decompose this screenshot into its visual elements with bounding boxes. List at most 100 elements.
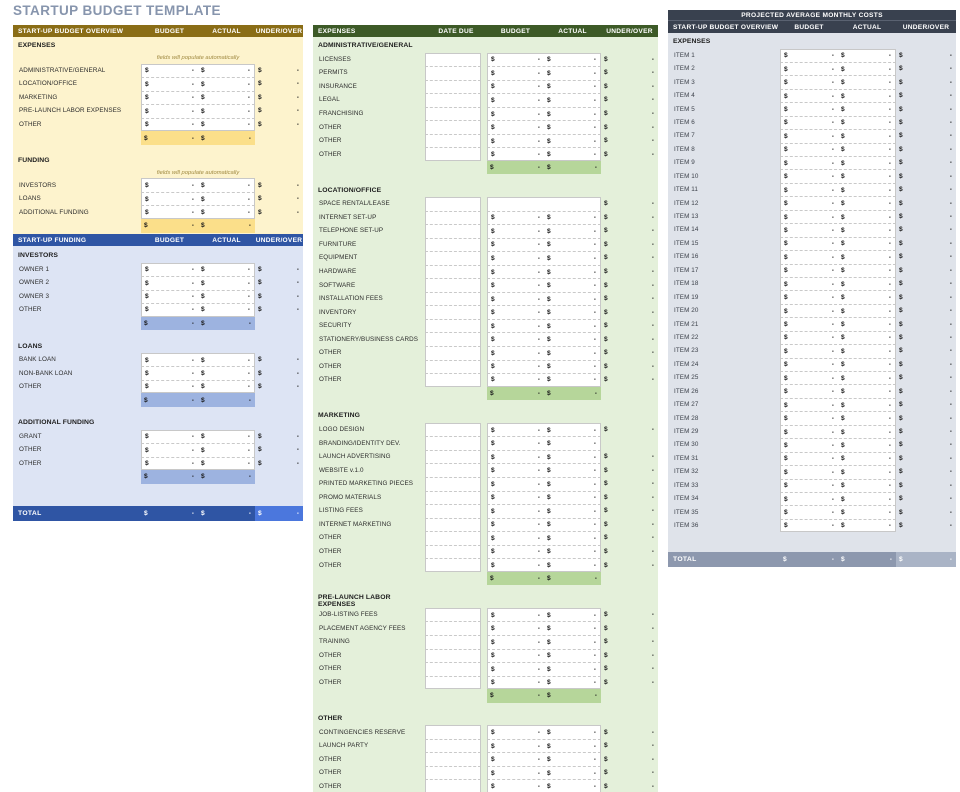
budget-cell[interactable]: $ - (781, 90, 838, 102)
actual-cell[interactable]: $ - (838, 265, 895, 277)
actual-cell[interactable]: $ - (838, 170, 895, 182)
actual-cell[interactable]: $ - (838, 453, 895, 465)
budget-cell[interactable]: $ - (781, 184, 838, 196)
actual-cell[interactable]: $ - (544, 740, 600, 753)
date-due-cell[interactable] (425, 133, 481, 148)
actual-cell[interactable]: $ - (544, 279, 600, 292)
actual-cell[interactable]: $ - (544, 636, 600, 649)
actual-cell[interactable]: $ - (544, 121, 600, 134)
actual-cell[interactable]: $ - (838, 493, 895, 505)
budget-cell[interactable]: $ - (781, 318, 838, 330)
date-due-cell[interactable] (425, 120, 481, 134)
date-due-cell[interactable] (425, 278, 481, 292)
budget-cell[interactable]: $ - (488, 306, 544, 319)
budget-cell[interactable]: $ - (142, 105, 198, 118)
actual-cell[interactable]: $ - (838, 359, 895, 371)
actual-cell[interactable]: $ - (544, 135, 600, 148)
actual-cell[interactable]: $ - (544, 320, 600, 333)
actual-cell[interactable]: $ - (838, 426, 895, 438)
actual-cell[interactable]: $ - (544, 67, 600, 80)
budget-cell[interactable]: $ - (488, 81, 544, 94)
actual-cell[interactable]: $ - (544, 505, 600, 518)
actual-cell[interactable]: $ - (838, 144, 895, 156)
budget-cell[interactable]: $ - (142, 179, 198, 192)
actual-cell[interactable]: $ - (838, 224, 895, 236)
date-due-cell[interactable] (425, 373, 481, 387)
budget-cell[interactable]: $ - (781, 520, 838, 531)
actual-cell[interactable]: $ - (198, 193, 254, 206)
budget-cell[interactable]: $ - (488, 492, 544, 505)
actual-cell[interactable]: $ - (198, 92, 254, 105)
actual-cell[interactable]: $ - (838, 305, 895, 317)
actual-cell[interactable]: $ - (838, 291, 895, 303)
budget-cell[interactable]: $ - (781, 157, 838, 169)
actual-cell[interactable]: $ - (838, 345, 895, 357)
budget-cell[interactable]: $ - (488, 212, 544, 225)
budget-cell[interactable]: $ - (781, 439, 838, 451)
actual-cell[interactable]: $ - (838, 278, 895, 290)
budget-cell[interactable]: $ - (488, 622, 544, 635)
actual-cell[interactable]: $ - (544, 726, 600, 739)
budget-cell[interactable]: $ - (488, 320, 544, 333)
budget-cell[interactable]: $ - (781, 103, 838, 115)
budget-cell[interactable]: $ - (488, 148, 544, 160)
actual-cell[interactable]: $ - (838, 399, 895, 411)
budget-cell[interactable]: $ - (781, 238, 838, 250)
actual-cell[interactable]: $ - (838, 117, 895, 129)
date-due-cell[interactable] (425, 765, 481, 780)
date-due-cell[interactable] (425, 291, 481, 306)
actual-cell[interactable]: $ - (198, 264, 254, 277)
budget-cell[interactable]: $ - (781, 291, 838, 303)
budget-cell[interactable]: $ - (488, 347, 544, 360)
budget-cell[interactable]: $ - (781, 144, 838, 156)
actual-cell[interactable]: $ - (544, 663, 600, 676)
date-due-cell[interactable] (425, 264, 481, 279)
actual-cell[interactable]: $ - (838, 506, 895, 518)
actual-cell[interactable]: $ - (198, 444, 254, 457)
budget-cell[interactable]: $ - (142, 277, 198, 290)
budget-cell[interactable]: $ - (488, 108, 544, 121)
budget-cell[interactable]: $ - (781, 399, 838, 411)
budget-cell[interactable]: $ - (781, 251, 838, 263)
budget-cell[interactable]: $ - (781, 359, 838, 371)
budget-cell[interactable]: $ - (488, 424, 544, 437)
budget-cell[interactable]: $ - (142, 381, 198, 393)
actual-cell[interactable]: $ - (198, 367, 254, 380)
date-due-cell[interactable] (425, 607, 481, 622)
budget-cell[interactable]: $ - (781, 211, 838, 223)
actual-cell[interactable]: $ - (544, 546, 600, 559)
date-due-cell[interactable] (425, 237, 481, 252)
budget-cell[interactable] (488, 198, 544, 211)
actual-cell[interactable]: $ - (838, 466, 895, 478)
budget-cell[interactable]: $ - (781, 345, 838, 357)
budget-cell[interactable]: $ - (488, 225, 544, 238)
actual-cell[interactable]: $ - (198, 277, 254, 290)
actual-cell[interactable]: $ - (838, 439, 895, 451)
budget-cell[interactable]: $ - (781, 466, 838, 478)
budget-cell[interactable]: $ - (781, 197, 838, 209)
budget-cell[interactable]: $ - (488, 726, 544, 739)
budget-cell[interactable]: $ - (488, 464, 544, 477)
actual-cell[interactable]: $ - (838, 197, 895, 209)
actual-cell[interactable]: $ - (838, 184, 895, 196)
budget-cell[interactable]: $ - (488, 505, 544, 518)
actual-cell[interactable]: $ - (838, 412, 895, 424)
budget-cell[interactable]: $ - (781, 372, 838, 384)
actual-cell[interactable]: $ - (198, 65, 254, 78)
date-due-cell[interactable] (425, 332, 481, 347)
budget-cell[interactable]: $ - (488, 519, 544, 532)
date-due-cell[interactable] (425, 197, 481, 211)
actual-cell[interactable]: $ - (544, 492, 600, 505)
budget-cell[interactable]: $ - (488, 252, 544, 265)
budget-cell[interactable]: $ - (488, 266, 544, 279)
budget-cell[interactable]: $ - (781, 493, 838, 505)
budget-cell[interactable]: $ - (142, 92, 198, 105)
date-due-cell[interactable] (425, 436, 481, 450)
actual-cell[interactable]: $ - (544, 108, 600, 121)
date-due-cell[interactable] (425, 251, 481, 265)
actual-cell[interactable]: $ - (544, 677, 600, 689)
budget-cell[interactable]: $ - (781, 170, 838, 182)
actual-cell[interactable]: $ - (198, 206, 254, 218)
budget-cell[interactable]: $ - (781, 63, 838, 75)
actual-cell[interactable]: $ - (544, 266, 600, 279)
